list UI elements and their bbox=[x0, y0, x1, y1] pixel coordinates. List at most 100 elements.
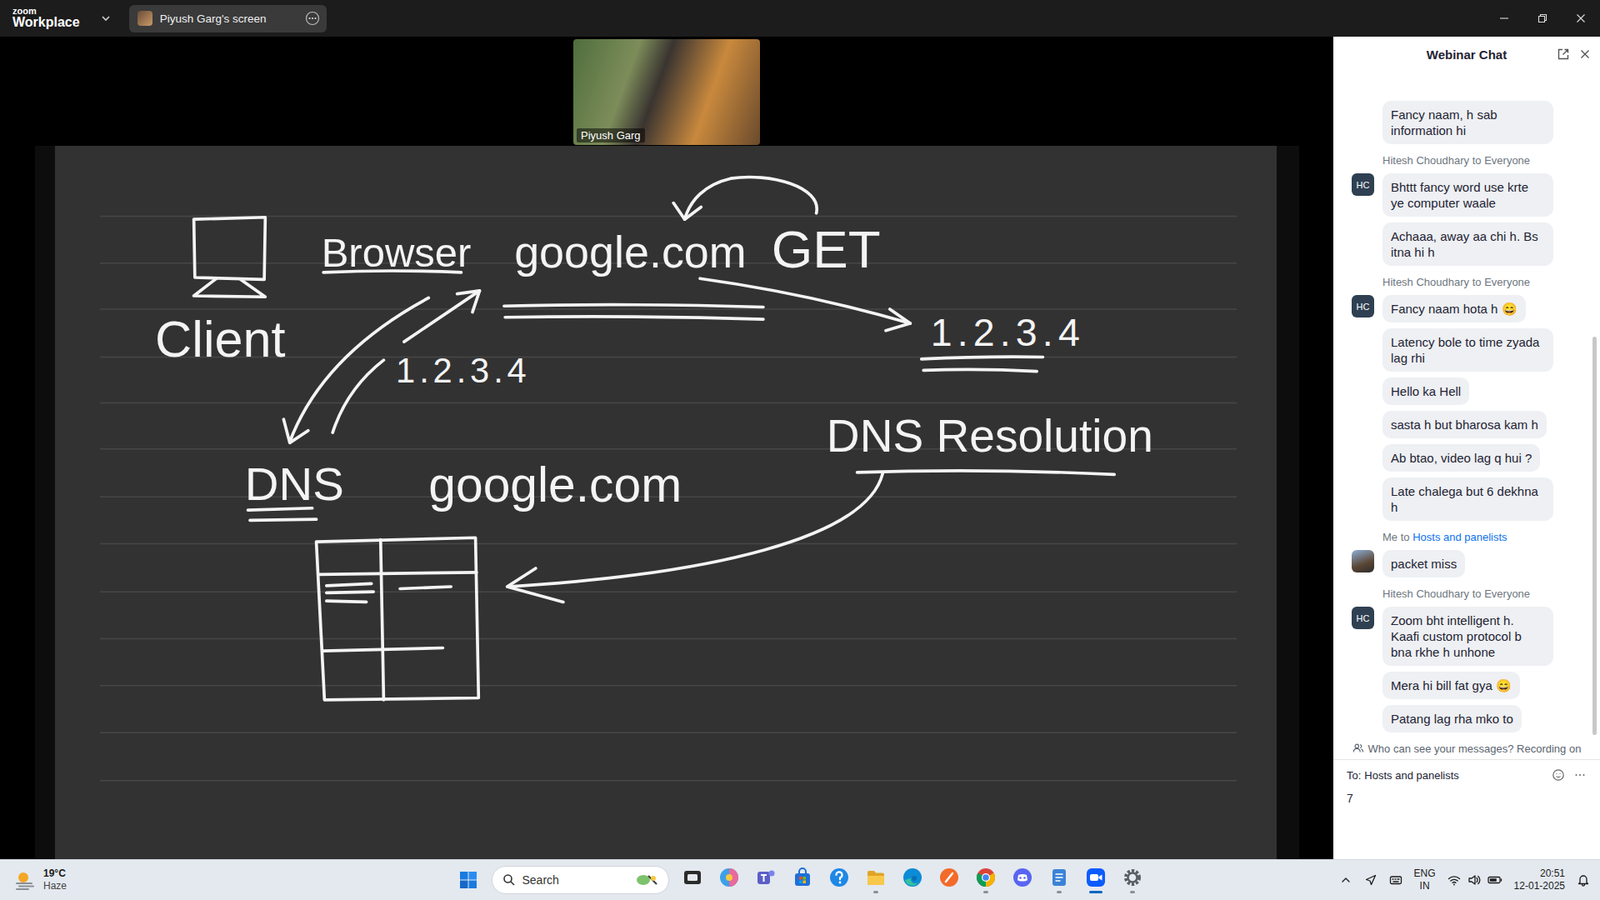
running-indicator bbox=[1130, 890, 1135, 894]
taskbar-app-button[interactable] bbox=[894, 860, 931, 900]
sender-avatar[interactable]: HC bbox=[1351, 173, 1375, 196]
close-button[interactable] bbox=[1561, 0, 1600, 37]
sender-avatar[interactable]: HC bbox=[1351, 606, 1375, 630]
chrome-icon bbox=[975, 866, 997, 889]
taskbar-app-button[interactable] bbox=[1040, 860, 1078, 900]
taskbar-app-button[interactable] bbox=[1004, 860, 1041, 900]
dropdown-chevron-icon[interactable] bbox=[100, 12, 112, 25]
weather-widget[interactable]: 19°CHaze bbox=[0, 867, 450, 893]
pop-out-icon[interactable] bbox=[1556, 47, 1570, 61]
chat-message-group: HC Hitesh Choudhary to Everyone Fancy naam… bbox=[1351, 275, 1584, 521]
recipient-name: Everyone bbox=[1484, 154, 1530, 167]
logo-brand: zoom bbox=[12, 6, 80, 17]
more-icon[interactable] bbox=[1573, 768, 1587, 782]
message-header: Hitesh Choudhary to Everyone bbox=[1382, 154, 1530, 168]
running-indicator bbox=[983, 890, 989, 894]
message-header: Me to Hosts and panelists bbox=[1382, 530, 1508, 545]
sender-name: Me bbox=[1382, 530, 1398, 544]
chat-message[interactable]: Fancy naam hota h 😄 bbox=[1382, 295, 1526, 323]
sender-name: Hitesh Choudhary bbox=[1382, 275, 1470, 289]
zoom-title-bar: zoomWorkplace Piyush Garg's screen bbox=[0, 0, 1600, 37]
browser-label: Browser bbox=[320, 230, 471, 275]
show-hidden-icons-icon[interactable] bbox=[1339, 873, 1353, 887]
sender-avatar-photo[interactable] bbox=[1351, 550, 1375, 573]
taskbar-app-button[interactable] bbox=[1077, 860, 1115, 900]
dns-label: DNS bbox=[244, 457, 344, 510]
ruled-line bbox=[99, 308, 1236, 310]
chat-message[interactable]: sasta h but bharosa kam h bbox=[1382, 410, 1547, 439]
sender-avatar[interactable]: HC bbox=[1351, 295, 1375, 318]
search-placeholder: Search bbox=[522, 873, 560, 887]
taskbar-app-button[interactable] bbox=[930, 860, 968, 900]
chat-message[interactable]: Ab btao, video lag q hui ? bbox=[1382, 444, 1540, 472]
minimize-icon bbox=[1499, 13, 1510, 24]
dns-resolution-label: DNS Resolution bbox=[825, 410, 1153, 462]
discord-icon bbox=[1011, 866, 1034, 889]
chat-message[interactable]: packet miss bbox=[1382, 550, 1465, 578]
presenter-avatar-icon bbox=[137, 10, 153, 26]
chat-message[interactable]: Zoom bht intelligent h. Kaafi custom pro… bbox=[1382, 606, 1554, 666]
clock[interactable]: 20:5112-01-2025 bbox=[1514, 867, 1565, 893]
taskbar-app-button[interactable] bbox=[784, 860, 821, 900]
start-button[interactable] bbox=[450, 861, 487, 899]
taskbar-app-button[interactable] bbox=[1114, 860, 1151, 900]
chat-message[interactable]: Bhttt fancy word use krte ye computer wa… bbox=[1382, 173, 1554, 217]
chat-message[interactable]: Patang lag rha mko to bbox=[1382, 705, 1522, 733]
taskbar-app-button[interactable] bbox=[820, 860, 858, 900]
chat-header: Webinar Chat bbox=[1333, 36, 1600, 72]
chat-message[interactable]: Hello ka Hell bbox=[1382, 377, 1470, 405]
visibility-notice[interactable]: Who can see your messages? Recording on bbox=[1333, 737, 1600, 760]
taskbar-search[interactable]: Search bbox=[491, 865, 670, 895]
close-icon bbox=[1575, 13, 1586, 24]
recipient-name[interactable]: Hosts and panelists bbox=[1412, 530, 1507, 544]
input-language[interactable]: ENGIN bbox=[1414, 867, 1436, 893]
chat-message-list: Fancy naam, h sab information hi HC Hitesh… bbox=[1333, 71, 1600, 738]
chat-message[interactable]: Latency bole to time zyada lag rhi bbox=[1382, 328, 1554, 372]
chat-title: Webinar Chat bbox=[1426, 47, 1507, 62]
copilot-icon bbox=[718, 866, 740, 889]
meeting-stage: Piyush GargClientBrowsergoogle.comGET1.2… bbox=[0, 36, 1334, 860]
participant-name: Piyush Garg bbox=[576, 128, 645, 143]
emoji-icon[interactable] bbox=[1551, 768, 1565, 782]
chat-message[interactable]: Achaaa, away aa chi h. Bs itna hi h bbox=[1382, 222, 1554, 266]
taskbar-apps: Search bbox=[450, 860, 1151, 900]
taskbar-app-button[interactable] bbox=[710, 860, 748, 900]
sender-name: Hitesh Choudhary bbox=[1382, 154, 1470, 167]
taskbar-app-button[interactable] bbox=[674, 860, 711, 900]
computer-icon bbox=[193, 217, 265, 298]
taskbar-app-button[interactable] bbox=[857, 860, 895, 900]
running-indicator bbox=[1056, 890, 1062, 894]
taskbar-app-button[interactable] bbox=[747, 860, 785, 900]
scrollbar-thumb[interactable] bbox=[1592, 336, 1597, 735]
notification-bell-icon[interactable] bbox=[1576, 873, 1590, 887]
ruled-line bbox=[99, 543, 1236, 545]
whiteboard-canvas: ClientBrowsergoogle.comGET1.2.3.41.2.3.4… bbox=[55, 145, 1277, 860]
keyboard-icon[interactable] bbox=[1389, 873, 1403, 887]
recipient-joiner: to bbox=[1472, 275, 1482, 289]
teams-icon bbox=[755, 866, 777, 889]
client-label: Client bbox=[155, 310, 286, 368]
time: 20:51 bbox=[1540, 867, 1565, 880]
chat-message[interactable]: Late chalega but 6 dekhna h bbox=[1382, 477, 1554, 521]
running-indicator bbox=[1089, 890, 1103, 894]
taskbar-app-button[interactable] bbox=[967, 860, 1005, 900]
quick-settings[interactable] bbox=[1447, 873, 1503, 887]
ruled-line bbox=[99, 685, 1236, 686]
location-arrow-icon[interactable] bbox=[1364, 873, 1378, 887]
recipient-name: Everyone bbox=[1484, 587, 1530, 600]
chat-message[interactable]: Fancy naam, h sab information hi bbox=[1382, 100, 1554, 145]
share-tab[interactable]: Piyush Garg's screen bbox=[129, 5, 327, 33]
recipient-label: To: bbox=[1346, 769, 1361, 782]
zoom-logo[interactable]: zoomWorkplace bbox=[12, 6, 80, 30]
response-ip-label: 1.2.3.4 bbox=[930, 310, 1085, 355]
more-options-icon[interactable] bbox=[305, 10, 320, 26]
chat-message[interactable]: Mera hi bill fat gya 😄 bbox=[1382, 671, 1520, 700]
message-header: Hitesh Choudhary to Everyone bbox=[1382, 275, 1530, 290]
restore-button[interactable] bbox=[1523, 0, 1562, 37]
minimize-button[interactable] bbox=[1485, 0, 1524, 37]
recipient-selector[interactable]: Hosts and panelists bbox=[1364, 769, 1459, 782]
chat-input[interactable]: 7 bbox=[1346, 791, 1587, 805]
chat-footer: Who can see your messages? Recording on T… bbox=[1333, 737, 1600, 860]
video-tile[interactable]: Piyush Garg bbox=[573, 39, 760, 145]
close-icon[interactable] bbox=[1578, 47, 1592, 61]
